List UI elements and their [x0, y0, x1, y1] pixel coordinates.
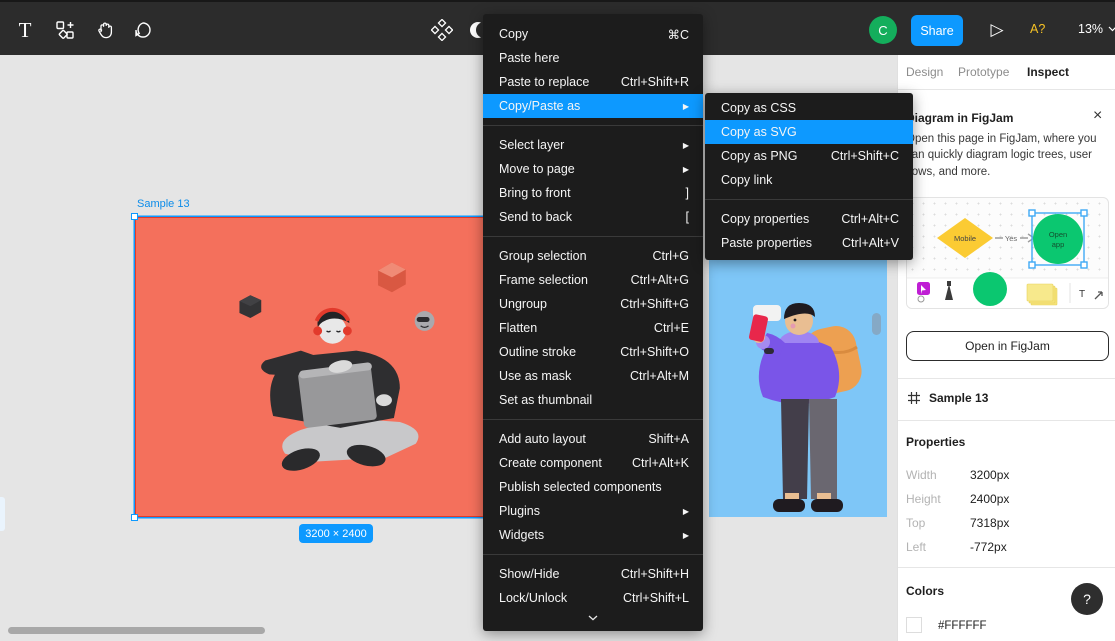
menu-item-add-auto-layout[interactable]: Add auto layoutShift+A [483, 427, 703, 451]
properties-heading: Properties [906, 435, 965, 449]
copy-paste-as-submenu: Copy as CSS Copy as SVG Copy as PNGCtrl+… [705, 93, 913, 260]
tab-prototype[interactable]: Prototype [958, 65, 1009, 79]
color-hex-value: #FFFFFF [938, 620, 987, 632]
menu-item-plugins[interactable]: Plugins▶ [483, 499, 703, 523]
submenu-item-paste-properties[interactable]: Paste propertiesCtrl+Alt+V [705, 231, 913, 255]
menu-item-show-hide[interactable]: Show/HideCtrl+Shift+H [483, 562, 703, 586]
neighbor-frame[interactable] [709, 217, 887, 517]
property-row-left: Left-772px [906, 535, 1106, 559]
selected-layer-row[interactable]: Sample 13 [908, 391, 988, 405]
help-button[interactable]: ? [1071, 583, 1103, 615]
person [261, 310, 418, 475]
selected-frame[interactable] [135, 217, 535, 517]
menu-item-outline-stroke[interactable]: Outline strokeCtrl+Shift+O [483, 340, 703, 364]
selection-handle-bl[interactable] [131, 514, 138, 521]
open-in-figjam-button[interactable]: Open in FigJam [906, 331, 1109, 361]
figjam-toolbar: T [907, 272, 1108, 308]
menu-item-frame-selection[interactable]: Frame selectionCtrl+Alt+G [483, 268, 703, 292]
emoji-sphere [415, 311, 435, 331]
svg-text:Open: Open [1049, 230, 1067, 239]
legs [773, 399, 843, 512]
submenu-arrow-icon: ▶ [683, 165, 689, 174]
menu-item-create-component[interactable]: Create componentCtrl+Alt+K [483, 451, 703, 475]
share-button[interactable]: Share [911, 15, 963, 46]
submenu-arrow-icon: ▶ [683, 507, 689, 516]
submenu-item-copy-link[interactable]: Copy link [705, 168, 913, 192]
salmon-cube [378, 263, 406, 293]
menu-item-copy[interactable]: Copy⌘C [483, 22, 703, 46]
svg-text:Mobile: Mobile [954, 234, 976, 243]
present-icon[interactable]: ▷ [982, 15, 1012, 45]
resources-icon[interactable] [50, 15, 80, 45]
comment-icon[interactable] [128, 15, 158, 45]
menu-item-lock-unlock[interactable]: Lock/UnlockCtrl+Shift+L [483, 586, 703, 610]
flowchart-circle: Open app [1033, 214, 1083, 264]
frame-icon [908, 392, 920, 404]
menu-item-widgets[interactable]: Widgets▶ [483, 523, 703, 547]
menu-item-group-selection[interactable]: Group selectionCtrl+G [483, 244, 703, 268]
colors-heading: Colors [906, 584, 944, 598]
chevron-down-icon [588, 615, 598, 621]
menu-item-paste-here[interactable]: Paste here [483, 46, 703, 70]
submenu-item-copy-properties[interactable]: Copy propertiesCtrl+Alt+C [705, 207, 913, 231]
context-menu: Copy⌘C Paste here Paste to replaceCtrl+S… [483, 14, 703, 631]
flowchart-diamond: Mobile [937, 218, 993, 258]
property-row-width: Width3200px [906, 463, 1106, 487]
menu-item-send-to-back[interactable]: Send to back[ [483, 205, 703, 229]
submenu-item-copy-as-svg[interactable]: Copy as SVG [705, 120, 913, 144]
person-phone-illustration [709, 217, 887, 517]
chevron-down-icon [1108, 26, 1115, 32]
menu-item-set-as-thumbnail[interactable]: Set as thumbnail [483, 388, 703, 412]
menu-item-flatten[interactable]: FlattenCtrl+E [483, 316, 703, 340]
avatar[interactable]: C [869, 16, 897, 44]
text-tool-icon[interactable]: T [10, 15, 40, 45]
head [784, 303, 815, 335]
submenu-arrow-icon: ▶ [683, 531, 689, 540]
submenu-item-copy-as-css[interactable]: Copy as CSS [705, 96, 913, 120]
menu-item-select-layer[interactable]: Select layer▶ [483, 133, 703, 157]
page-edge-tab[interactable] [0, 497, 5, 531]
menu-item-bring-to-front[interactable]: Bring to front] [483, 181, 703, 205]
tab-design[interactable]: Design [906, 65, 943, 79]
menu-scroll-chevron[interactable] [483, 610, 703, 625]
svg-text:app: app [1052, 240, 1065, 249]
close-icon[interactable]: × [1093, 107, 1102, 125]
hand-tool-icon[interactable] [90, 15, 120, 45]
submenu-item-copy-as-png[interactable]: Copy as PNGCtrl+Shift+C [705, 144, 913, 168]
menu-item-move-to-page[interactable]: Move to page▶ [483, 157, 703, 181]
missing-fonts-badge[interactable]: A? [1030, 22, 1045, 36]
canvas-frame-label[interactable]: Sample 13 [137, 198, 190, 210]
property-row-top: Top7318px [906, 511, 1106, 535]
svg-text:T: T [1079, 289, 1085, 300]
tab-inspect[interactable]: Inspect [1027, 65, 1069, 79]
horizontal-scrollbar[interactable] [8, 627, 265, 634]
create-component-icon[interactable] [427, 15, 457, 45]
menu-item-ungroup[interactable]: UngroupCtrl+Shift+G [483, 292, 703, 316]
selection-size-badge: 3200 × 2400 [299, 524, 373, 543]
menu-item-publish-selected-components[interactable]: Publish selected components [483, 475, 703, 499]
selection-handle-tl[interactable] [131, 213, 138, 220]
menu-item-paste-to-replace[interactable]: Paste to replaceCtrl+Shift+R [483, 70, 703, 94]
flowchart-arrow: Yes [995, 234, 1034, 243]
figjam-preview-image: Mobile Yes Open app [906, 197, 1109, 309]
inspector-panel: Design Prototype Inspect Diagram in FigJ… [897, 55, 1115, 641]
svg-text:Yes: Yes [1005, 234, 1017, 243]
zoom-control[interactable]: 13% [1078, 22, 1115, 36]
dark-cube [239, 295, 261, 318]
selected-layer-name: Sample 13 [929, 391, 988, 405]
submenu-arrow-icon: ▶ [683, 141, 689, 150]
menu-item-use-as-mask[interactable]: Use as maskCtrl+Alt+M [483, 364, 703, 388]
figjam-promo-description: Open this page in FigJam, where you can … [906, 131, 1109, 180]
person-laptop-illustration [136, 218, 533, 515]
figjam-promo-title: Diagram in FigJam [906, 111, 1013, 125]
menu-item-copy-paste-as[interactable]: Copy/Paste as▶ [483, 94, 703, 118]
property-row-height: Height2400px [906, 487, 1106, 511]
zoom-level: 13% [1078, 22, 1103, 36]
color-swatch[interactable] [906, 617, 922, 633]
panel-tabs: Design Prototype Inspect [898, 55, 1115, 90]
submenu-arrow-icon: ▶ [683, 102, 689, 111]
